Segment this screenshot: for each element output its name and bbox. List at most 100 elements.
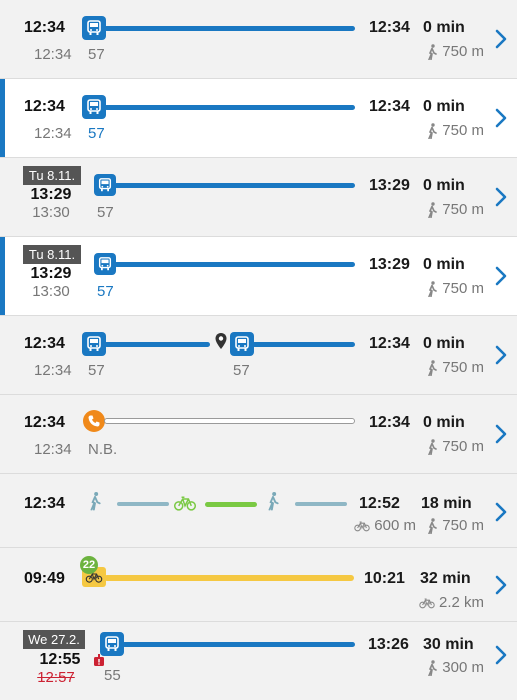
- walk-distance: 750 m: [426, 359, 484, 376]
- arrival-time: 13:26: [368, 636, 409, 653]
- walk-icon: [426, 123, 438, 139]
- route-option-3[interactable]: Tu 8.11. 13:29 13:30 57 13:29 0 min 750 …: [0, 158, 517, 237]
- chevron-right-icon[interactable]: [493, 265, 509, 287]
- route-line: [104, 418, 355, 424]
- chevron-right-icon[interactable]: [493, 501, 509, 523]
- duration: 0 min: [423, 414, 465, 431]
- route-option-7[interactable]: 12:34 12:52 18 min 600 m 750 m: [0, 474, 517, 548]
- bus-icon: [100, 632, 124, 656]
- arrival-time: 12:34: [369, 98, 410, 115]
- route-number: 57: [88, 125, 105, 142]
- route-line: [104, 105, 355, 110]
- walk-icon: [426, 660, 438, 676]
- route-option-8[interactable]: 09:49 22 10:21 32 min 2.2 km: [0, 548, 517, 622]
- planned-departure-time: 13:30: [32, 283, 70, 300]
- walk-icon: [426, 439, 438, 455]
- bus-icon: [82, 95, 106, 119]
- route-line: [114, 183, 355, 188]
- planned-departure-time: 13:30: [32, 204, 70, 221]
- phone-icon: [83, 410, 105, 432]
- route-number: 57: [97, 283, 114, 300]
- route-number: 55: [104, 667, 121, 684]
- duration: 0 min: [423, 177, 465, 194]
- chevron-right-icon[interactable]: [493, 644, 509, 666]
- route-line: [252, 342, 355, 347]
- arrival-time: 13:29: [369, 256, 410, 273]
- route-line: [104, 342, 210, 347]
- route-option-1[interactable]: 12:34 12:34 57 12:34 0 min 750 m: [0, 0, 517, 79]
- bus-icon: [82, 16, 106, 40]
- bus-icon: [230, 332, 254, 356]
- route-number: 57: [88, 46, 105, 63]
- chevron-right-icon[interactable]: [493, 28, 509, 50]
- walk-icon: [426, 202, 438, 218]
- route-option-5[interactable]: 12:34 12:34 57 57 12:34 0 min 750 m: [0, 316, 517, 395]
- planned-departure-time: 12:34: [34, 125, 72, 142]
- route-option-2[interactable]: 12:34 12:34 57 12:34 0 min 750 m: [0, 79, 517, 158]
- route-number: N.B.: [88, 441, 118, 458]
- date-badge: Tu 8.11.: [23, 245, 81, 264]
- route-option-4[interactable]: Tu 8.11. 13:29 13:30 57 13:29 0 min 750 …: [0, 237, 517, 316]
- bike-icon: [354, 520, 370, 532]
- date-badge: Tu 8.11.: [23, 166, 81, 185]
- walk-distance: 750 m: [426, 280, 484, 297]
- route-number: 57: [233, 362, 250, 379]
- walk-distance: 750 m: [426, 201, 484, 218]
- route-line: [114, 262, 355, 267]
- bike-segment-line: [205, 502, 257, 507]
- departure-time: 13:29: [30, 186, 72, 203]
- departure-time: 09:49: [24, 570, 65, 587]
- chevron-right-icon[interactable]: [493, 423, 509, 445]
- walk-segment-line: [295, 502, 347, 506]
- bus-icon: [94, 253, 116, 275]
- duration: 0 min: [423, 335, 465, 352]
- route-option-9[interactable]: We 27.2. 12:55 12:57 55 13:26 30 min 300…: [0, 622, 517, 700]
- route-option-6[interactable]: 12:34 12:34 N.B. 12:34 0 min 750 m: [0, 395, 517, 474]
- walk-icon: [426, 281, 438, 297]
- departure-time: 12:34: [24, 19, 65, 36]
- date-badge: We 27.2.: [23, 630, 85, 649]
- chevron-right-icon[interactable]: [493, 344, 509, 366]
- route-number: 57: [97, 204, 114, 221]
- walk-icon: [426, 518, 438, 534]
- cancelled-planned-time: 12:57: [37, 669, 75, 686]
- alert-icon: [94, 654, 104, 666]
- arrival-time: 12:34: [369, 19, 410, 36]
- arrival-time: 12:34: [369, 414, 410, 431]
- bike-distance: 2.2 km: [419, 594, 484, 611]
- bus-icon: [94, 174, 116, 196]
- route-line: [104, 575, 354, 581]
- route-results-list: 12:34 12:34 57 12:34 0 min 750 m 12:34 1…: [0, 0, 517, 700]
- walk-distance: 300 m: [426, 659, 484, 676]
- arrival-time: 12:52: [359, 495, 400, 512]
- arrival-time: 13:29: [369, 177, 410, 194]
- duration: 18 min: [421, 495, 472, 512]
- departure-time: 12:34: [24, 495, 65, 512]
- chevron-right-icon[interactable]: [493, 186, 509, 208]
- planned-departure-time: 12:34: [34, 46, 72, 63]
- arrival-time: 12:34: [369, 335, 410, 352]
- duration: 0 min: [423, 98, 465, 115]
- chevron-right-icon[interactable]: [493, 574, 509, 596]
- bike-distance: 600 m: [354, 517, 416, 534]
- walk-distance: 750 m: [426, 438, 484, 455]
- bike-icon: [419, 597, 435, 609]
- availability-badge: 22: [80, 556, 98, 574]
- walk-distance: 750 m: [426, 43, 484, 60]
- arrival-time: 10:21: [364, 570, 405, 587]
- route-line: [122, 642, 355, 647]
- walk-distance: 750 m: [426, 517, 484, 534]
- departure-time: 12:34: [24, 414, 65, 431]
- route-line: [104, 26, 355, 31]
- duration: 30 min: [423, 636, 474, 653]
- planned-departure-time: 12:34: [34, 362, 72, 379]
- departure-time: 13:29: [30, 265, 72, 282]
- planned-departure-time: 12:34: [34, 441, 72, 458]
- bike-icon: [173, 495, 197, 511]
- route-number: 57: [88, 362, 105, 379]
- chevron-right-icon[interactable]: [493, 107, 509, 129]
- walk-segment-line: [117, 502, 169, 506]
- departure-time: 12:34: [24, 335, 65, 352]
- duration: 0 min: [423, 19, 465, 36]
- walk-icon: [426, 360, 438, 376]
